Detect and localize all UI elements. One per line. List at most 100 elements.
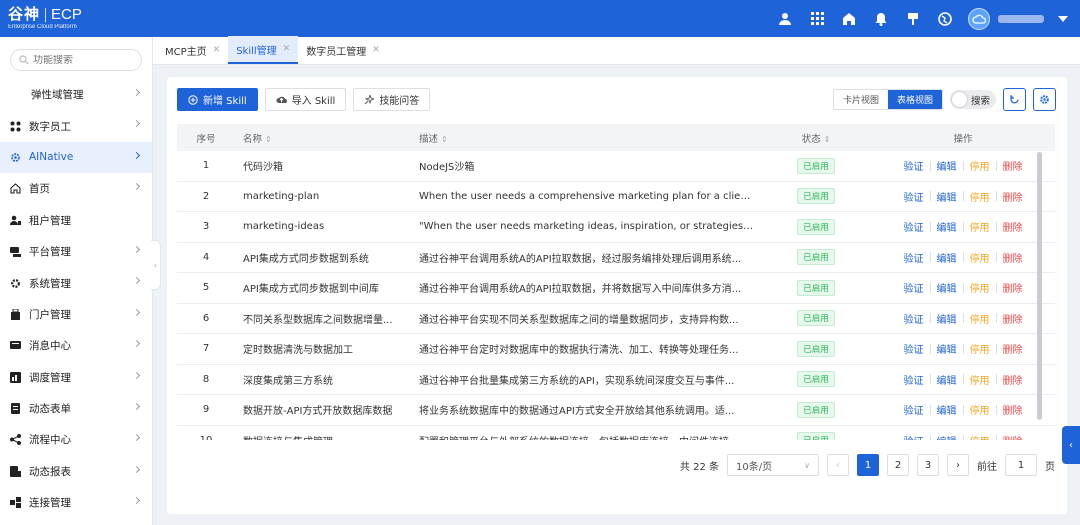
edit-link[interactable]: 编辑 [937,158,957,173]
right-panel-handle[interactable]: ‹ [1062,426,1080,464]
verify-link[interactable]: 验证 [904,341,924,356]
delete-link[interactable]: 删除 [1003,341,1023,356]
verify-link[interactable]: 验证 [904,372,924,387]
verify-link[interactable]: 验证 [904,219,924,234]
delete-link[interactable]: 删除 [1003,402,1023,417]
verify-link[interactable]: 验证 [904,433,924,440]
table-scrollbar[interactable] [1037,152,1042,420]
import-skill-button[interactable]: 导入 Skill [264,88,347,111]
sidebar-collapse-handle[interactable]: ‹ [151,240,161,290]
table-row[interactable]: 10数据连接与集成管理配置和管理平台与外部系统的数据连接，包括数据库连接、中间件… [177,426,1055,440]
goto-page-input[interactable]: 1 [1005,454,1037,476]
logo[interactable]: 谷神 ECP Enterprise Cloud Platform [8,7,82,31]
page-3-button[interactable]: 3 [917,454,939,476]
username[interactable] [998,14,1044,23]
header-name[interactable]: 名称 ⇕ [235,131,411,145]
sidebar-item-schedule[interactable]: 调度管理 [0,362,152,393]
menu-search[interactable] [10,49,142,71]
sidebar-item-home[interactable]: 首页 [0,173,152,204]
prev-page-button[interactable]: ‹ [827,454,849,476]
disable-link[interactable]: 停用 [970,158,990,173]
disable-link[interactable]: 停用 [970,311,990,326]
edit-link[interactable]: 编辑 [937,219,957,234]
sidebar-item-system[interactable]: 系统管理 [0,267,152,298]
verify-link[interactable]: 验证 [904,158,924,173]
verify-link[interactable]: 验证 [904,280,924,295]
table-row[interactable]: 1 代码沙箱 NodeJS沙箱 已启用 验证 编辑 停用 删除 [177,151,1055,182]
tab-mcp-home[interactable]: MCP主页 ✕ [157,36,228,64]
apps-grid-icon[interactable] [808,10,826,28]
table-row[interactable]: 8 深度集成第三方系统 通过谷神平台批量集成第三方系统的API，实现系统间深度交互与… [177,365,1055,395]
card-view-button[interactable]: 卡片视图 [834,90,888,109]
sort-icon[interactable]: ⇕ [265,135,272,144]
table-row[interactable]: 7 定时数据清洗与数据加工 通过谷神平台定时对数据库中的数据执行清洗、加工、转换等处… [177,334,1055,365]
header-desc[interactable]: 描述 ⇕ [411,131,761,145]
globe-icon[interactable] [936,10,954,28]
pin-icon[interactable] [904,10,922,28]
sidebar-item-elastic-domain[interactable]: 弹性域管理 [0,79,152,110]
sort-icon[interactable]: ⇕ [824,135,831,144]
close-icon[interactable]: ✕ [372,45,380,55]
edit-link[interactable]: 编辑 [937,341,957,356]
edit-link[interactable]: 编辑 [937,311,957,326]
sidebar-item-dynamic-report[interactable]: 动态报表 [0,456,152,487]
table-row[interactable]: 2 marketing-plan When the user needs a com… [177,182,1055,212]
disable-link[interactable]: 停用 [970,433,990,440]
sidebar-item-portal[interactable]: 门户管理 [0,299,152,330]
column-settings-button[interactable] [1033,88,1056,111]
page-2-button[interactable]: 2 [887,454,909,476]
verify-link[interactable]: 验证 [904,250,924,265]
edit-link[interactable]: 编辑 [937,189,957,204]
user-icon[interactable] [776,10,794,28]
sidebar-item-tenant[interactable]: 租户管理 [0,205,152,236]
disable-link[interactable]: 停用 [970,189,990,204]
delete-link[interactable]: 删除 [1003,250,1023,265]
delete-link[interactable]: 删除 [1003,372,1023,387]
sidebar-item-message[interactable]: 消息中心 [0,330,152,361]
table-row[interactable]: 3 marketing-ideas "When the user needs mar… [177,212,1055,243]
refresh-button[interactable] [1003,88,1026,111]
verify-link[interactable]: 验证 [904,402,924,417]
table-row[interactable]: 5 API集成方式同步数据到中间库 通过谷神平台调用系统A的API拉取数据，并将数据… [177,273,1055,304]
table-view-button[interactable]: 表格视图 [887,90,942,109]
cloud-avatar-icon[interactable] [968,7,990,30]
close-icon[interactable]: ✕ [213,45,221,55]
delete-link[interactable]: 删除 [1003,158,1023,173]
disable-link[interactable]: 停用 [970,219,990,234]
sidebar-item-ainative[interactable]: AINative [0,141,152,174]
edit-link[interactable]: 编辑 [937,433,957,440]
sidebar-item-platform[interactable]: 平台管理 [0,236,152,267]
verify-link[interactable]: 验证 [904,311,924,326]
sidebar-item-connection[interactable]: 连接管理 [0,487,152,518]
search-toggle[interactable]: 搜索 [949,90,996,109]
table-row[interactable]: 4 API集成方式同步数据到系统 通过谷神平台调用系统A的API拉取数据，经过服务编… [177,243,1055,273]
edit-link[interactable]: 编辑 [937,280,957,295]
tab-skill-management[interactable]: Skill管理 ✕ [228,36,299,64]
delete-link[interactable]: 删除 [1003,280,1023,295]
delete-link[interactable]: 删除 [1003,219,1023,234]
delete-link[interactable]: 删除 [1003,311,1023,326]
page-size-select[interactable]: 10条/页 ∨ [727,454,819,476]
edit-link[interactable]: 编辑 [937,402,957,417]
disable-link[interactable]: 停用 [970,402,990,417]
edit-link[interactable]: 编辑 [937,372,957,387]
delete-link[interactable]: 删除 [1003,189,1023,204]
page-1-button[interactable]: 1 [857,454,879,476]
table-row[interactable]: 9 数据开放-API方式开放数据库数据 将业务系统数据库中的数据通过API方式安全开… [177,395,1055,426]
header-status[interactable]: 状态 ⇕ [761,131,871,145]
next-page-button[interactable]: › [947,454,969,476]
disable-link[interactable]: 停用 [970,372,990,387]
edit-link[interactable]: 编辑 [937,250,957,265]
add-skill-button[interactable]: 新增 Skill [177,88,258,111]
menu-search-input[interactable] [33,54,133,66]
bell-icon[interactable] [872,10,890,28]
chevron-down-icon[interactable] [1058,15,1068,22]
sidebar-item-flow-center[interactable]: 流程中心 [0,424,152,455]
verify-link[interactable]: 验证 [904,189,924,204]
skill-qa-button[interactable]: 技能问答 [353,88,431,111]
delete-link[interactable]: 删除 [1003,433,1023,440]
disable-link[interactable]: 停用 [970,280,990,295]
sidebar-item-dynamic-form[interactable]: 动态表单 [0,393,152,424]
sidebar-item-digital-employee[interactable]: 数字员工 [0,110,152,141]
sort-icon[interactable]: ⇕ [441,135,448,144]
